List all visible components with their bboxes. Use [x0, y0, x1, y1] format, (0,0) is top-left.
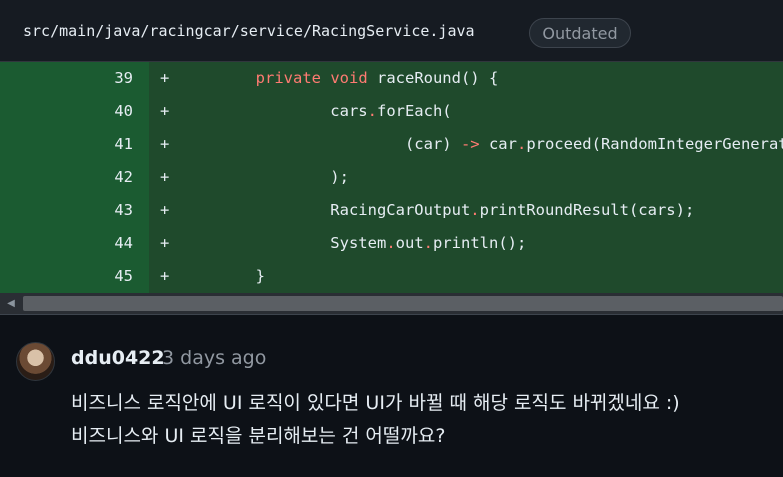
scroll-left-icon[interactable]: ◀ [0, 293, 22, 314]
code-text: RacingCarOutput.printRoundResult(cars); [181, 201, 695, 219]
diff-add-marker: + [160, 135, 170, 153]
line-number: 39 [114, 69, 133, 87]
code-text: ); [181, 168, 349, 186]
review-comment: ddu0422 3 days ago 비즈니스 로직안에 UI 로직이 있다면 … [0, 315, 783, 477]
file-header: src/main/java/racingcar/service/RacingSe… [0, 0, 783, 62]
line-number-gutter[interactable]: 42 [0, 161, 149, 194]
diff-add-marker: + [160, 234, 170, 252]
diff-add-marker: + [160, 267, 170, 285]
scroll-thumb[interactable] [23, 296, 783, 311]
code-line: 39 + private void raceRound() { [0, 62, 783, 95]
code-text: cars.forEach( [181, 102, 452, 120]
line-number: 41 [114, 135, 133, 153]
outdated-badge: Outdated [529, 18, 631, 48]
line-number: 45 [114, 267, 133, 285]
code-text: (car) -> car.proceed(RandomIntegerGenera… [181, 135, 783, 153]
comment-body: 비즈니스 로직안에 UI 로직이 있다면 UI가 바뀔 때 해당 로직도 바뀌겠… [71, 387, 680, 453]
line-number: 40 [114, 102, 133, 120]
comment-time[interactable]: 3 days ago [162, 347, 266, 369]
code-line: 45 + } [0, 260, 783, 293]
diff-add-marker: + [160, 69, 170, 87]
line-number: 44 [114, 234, 133, 252]
diff-add-marker: + [160, 201, 170, 219]
comment-line: 비즈니스와 UI 로직을 분리해보는 건 어떨까요? [71, 425, 446, 447]
code-line: 41 + (car) -> car.proceed(RandomIntegerGe… [0, 128, 783, 161]
code-text: System.out.println(); [181, 234, 527, 252]
code-line: 44 + System.out.println(); [0, 227, 783, 260]
line-number-gutter[interactable]: 44 [0, 227, 149, 260]
code-line: 40 + cars.forEach( [0, 95, 783, 128]
code-text: } [181, 267, 265, 285]
diff-add-marker: + [160, 168, 170, 186]
line-number: 43 [114, 201, 133, 219]
diff-add-marker: + [160, 102, 170, 120]
horizontal-scrollbar[interactable]: ◀ [0, 293, 783, 315]
code-line: 42 + ); [0, 161, 783, 194]
line-number-gutter[interactable]: 45 [0, 260, 149, 293]
avatar[interactable] [16, 342, 55, 381]
line-number: 42 [114, 168, 133, 186]
line-number-gutter[interactable]: 41 [0, 128, 149, 161]
line-number-gutter[interactable]: 43 [0, 194, 149, 227]
line-number-gutter[interactable]: 39 [0, 62, 149, 95]
diff-code-block: 39 + private void raceRound() { 40 + cars.f… [0, 62, 783, 293]
file-path[interactable]: src/main/java/racingcar/service/RacingSe… [23, 22, 475, 40]
code-line: 43 + RacingCarOutput.printRoundResult(car… [0, 194, 783, 227]
comment-line: 비즈니스 로직안에 UI 로직이 있다면 UI가 바뀔 때 해당 로직도 바뀌겠… [71, 392, 680, 414]
comment-author[interactable]: ddu0422 [71, 347, 165, 369]
line-number-gutter[interactable]: 40 [0, 95, 149, 128]
code-text: private void raceRound() { [255, 69, 499, 87]
